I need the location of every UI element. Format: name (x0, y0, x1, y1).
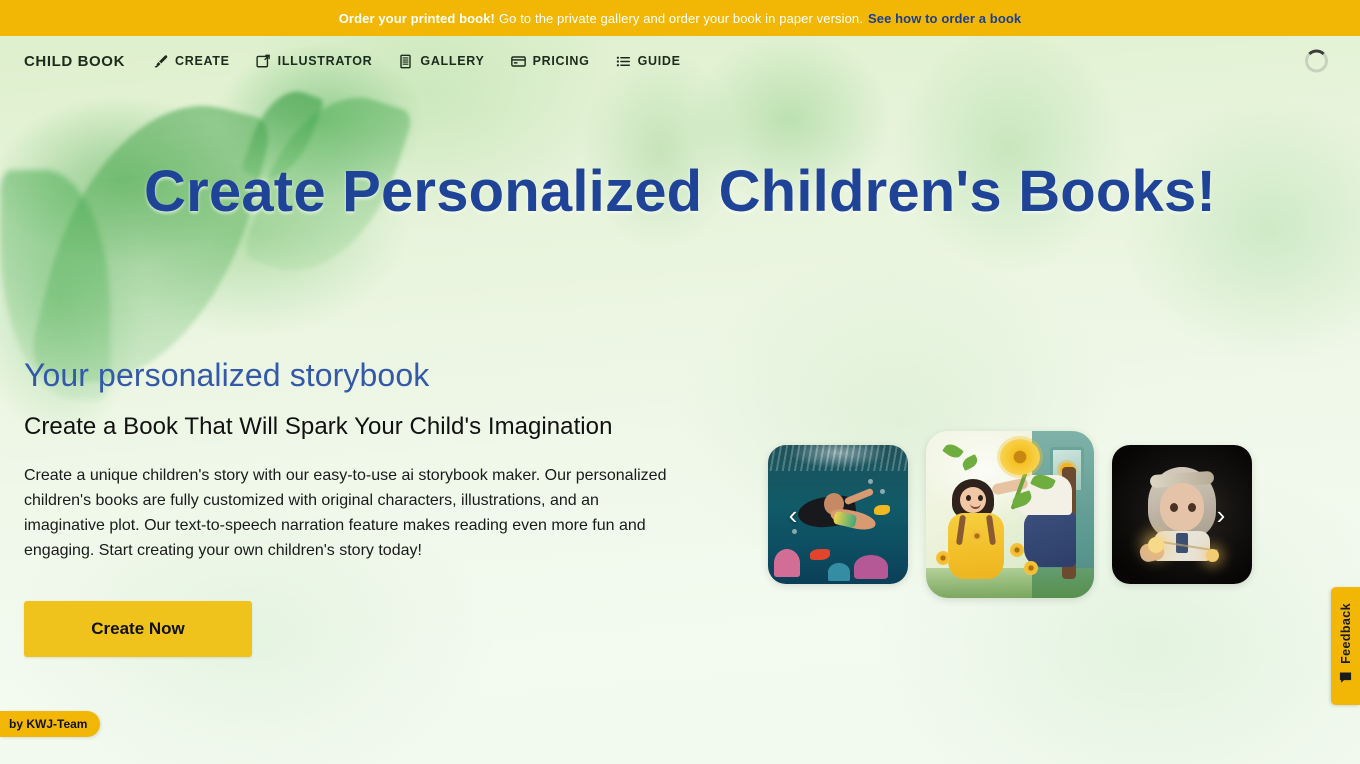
list-icon (616, 54, 631, 69)
coral (774, 549, 800, 577)
promo-banner-text: Go to the private gallery and order your… (498, 10, 863, 26)
girl-eye (978, 495, 983, 501)
image-edit-icon (256, 54, 271, 69)
create-now-button[interactable]: Create Now (24, 601, 252, 657)
feedback-tab-label: Feedback (1338, 602, 1353, 664)
garden-sunflower (936, 551, 950, 565)
loading-spinner-icon (1305, 49, 1328, 73)
yellow-fish (874, 505, 890, 515)
red-fish (810, 549, 830, 560)
section-body-text: Create a unique children's story with ou… (24, 467, 667, 559)
nav-item-guide[interactable]: GUIDE (616, 54, 681, 69)
nav-item-illustrator[interactable]: ILLUSTRATOR (256, 54, 373, 69)
water-surface (768, 445, 908, 471)
brand-logo[interactable]: CHILD BOOK (24, 53, 125, 70)
glowing-lantern (1148, 537, 1164, 553)
chevron-right-icon[interactable]: › (1208, 498, 1234, 532)
page-root: Order your printed book! Go to the priva… (0, 0, 1360, 764)
main-navbar: CHILD BOOK CREATE ILLUSTRATOR GALLERY PR… (0, 36, 1360, 86)
garden-sunflower (1010, 543, 1024, 557)
carousel-slide-girl-sunflower[interactable] (926, 431, 1094, 598)
promo-banner-strong-text: Order your printed book! (338, 10, 495, 26)
promo-banner: Order your printed book! Go to the priva… (0, 0, 1360, 36)
character-eye (1188, 503, 1196, 512)
feedback-tab[interactable]: Feedback (1331, 587, 1360, 705)
character-arm (843, 487, 875, 506)
dress-sunflower (970, 529, 984, 543)
nav-item-label: CREATE (175, 54, 230, 68)
bubble (868, 479, 873, 484)
section-eyebrow: Your personalized storybook (24, 357, 430, 393)
page-title: Create Personalized Children's Books! (144, 159, 1216, 224)
credit-card-icon (510, 54, 526, 69)
girl-eye (966, 495, 971, 501)
image-carousel: ‹ › (760, 418, 1260, 613)
nav-item-create[interactable]: CREATE (153, 54, 230, 69)
character-eye (1170, 503, 1178, 512)
hero-text-column: Your personalized storybook Create a Boo… (0, 355, 700, 657)
nav-item-pricing[interactable]: PRICING (510, 54, 590, 69)
nav-item-gallery[interactable]: GALLERY (398, 54, 484, 69)
girl-dress (948, 513, 1004, 579)
sunflower-bloom (1000, 439, 1040, 475)
section-heading: Create a Book That Will Spark Your Child… (24, 413, 613, 440)
coral (854, 555, 888, 579)
credit-badge[interactable]: by KWJ-Team (0, 711, 101, 737)
nav-item-label: GALLERY (420, 54, 485, 68)
promo-banner-link[interactable]: See how to order a book (868, 11, 1021, 26)
speech-bubble-icon (1339, 671, 1352, 689)
leaf (960, 454, 980, 471)
chevron-left-icon[interactable]: ‹ (780, 498, 806, 532)
garden-sunflower (1024, 561, 1038, 575)
nav-item-label: PRICING (532, 54, 590, 68)
jeans (1024, 511, 1076, 567)
nav-item-label: GUIDE (637, 54, 681, 68)
illustration-sunflower (926, 431, 1094, 598)
glowing-lantern (1206, 549, 1219, 562)
nav-item-label: ILLUSTRATOR (277, 54, 373, 68)
coral (828, 563, 850, 581)
bubble (880, 489, 885, 494)
character-face (1160, 483, 1204, 531)
leaf (942, 440, 964, 462)
book-list-icon (398, 54, 413, 69)
paintbrush-icon (153, 54, 168, 69)
